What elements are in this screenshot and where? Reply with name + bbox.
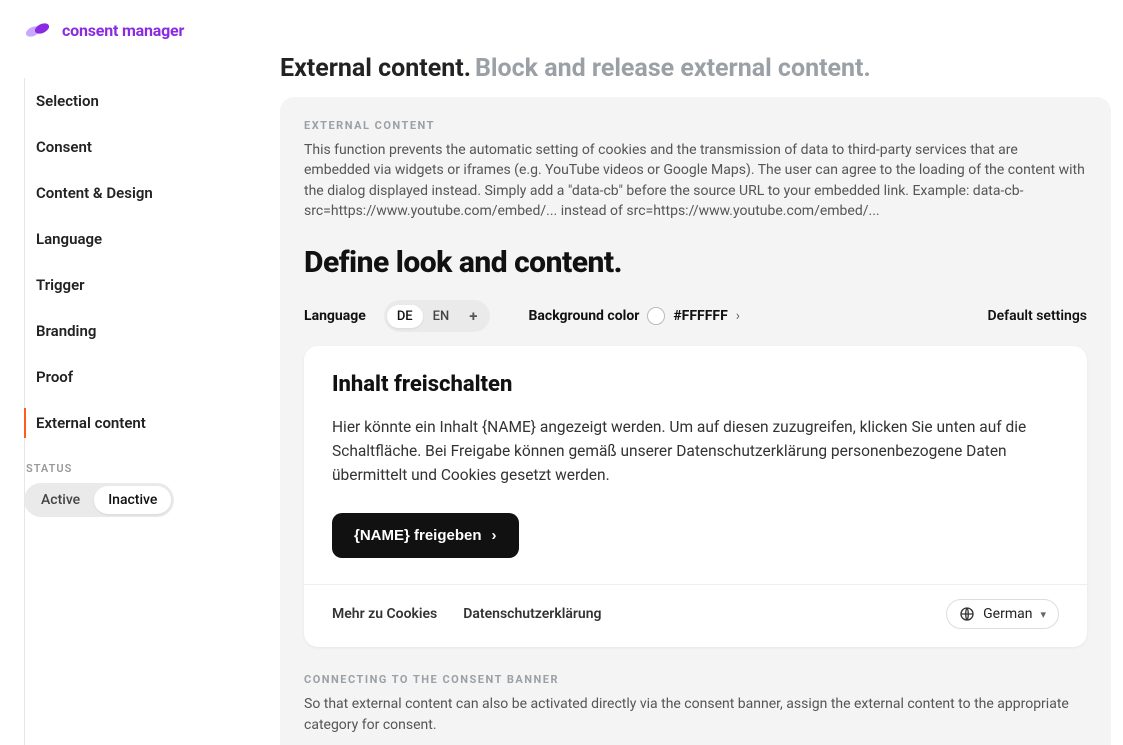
background-color-value: #FFFFFF bbox=[673, 308, 727, 324]
brand-logo-icon bbox=[24, 20, 54, 40]
language-option-de[interactable]: DE bbox=[387, 305, 423, 328]
connecting-banner-label: CONNECTING TO THE CONSENT BANNER bbox=[304, 673, 1087, 686]
look-controls-row: Language DE EN + Background color #FFFFF… bbox=[304, 300, 1087, 332]
page-title-row: External content. Block and release exte… bbox=[280, 46, 1111, 97]
connecting-banner-desc: So that external content can also be act… bbox=[304, 694, 1087, 735]
sidebar-nav: Selection Consent Content & Design Langu… bbox=[24, 78, 280, 446]
background-color-control[interactable]: Background color #FFFFFF › bbox=[528, 307, 740, 325]
sidebar-status-label: STATUS bbox=[26, 462, 280, 475]
page-title: External content. bbox=[280, 54, 471, 83]
preview-release-button-label: {NAME} freigeben bbox=[354, 527, 482, 544]
footer-link-privacy[interactable]: Datenschutzerklärung bbox=[463, 606, 601, 622]
preview-divider bbox=[304, 584, 1087, 585]
preview-language-dropdown[interactable]: German ▾ bbox=[946, 599, 1059, 629]
language-control-label: Language bbox=[304, 308, 366, 324]
section-external-content-label: EXTERNAL CONTENT bbox=[304, 119, 1087, 132]
globe-icon bbox=[959, 606, 975, 622]
chevron-right-icon: › bbox=[492, 527, 497, 544]
main-content: External content. Block and release exte… bbox=[280, 46, 1123, 745]
preview-title: Inhalt freischalten bbox=[332, 372, 1059, 397]
sidebar-item-trigger[interactable]: Trigger bbox=[24, 262, 280, 308]
sidebar-item-consent[interactable]: Consent bbox=[24, 124, 280, 170]
consent-preview-card: Inhalt freischalten Hier könnte ein Inha… bbox=[304, 346, 1087, 647]
background-color-label: Background color bbox=[528, 308, 639, 324]
language-selector: DE EN + bbox=[384, 300, 491, 332]
brand-header: consent manager bbox=[0, 0, 1123, 46]
section-connecting-banner: CONNECTING TO THE CONSENT BANNER So that… bbox=[304, 673, 1087, 745]
sidebar-item-proof[interactable]: Proof bbox=[24, 354, 280, 400]
preview-body-text: Hier könnte ein Inhalt {NAME} angezeigt … bbox=[332, 415, 1059, 487]
footer-link-cookies[interactable]: Mehr zu Cookies bbox=[332, 606, 437, 622]
chevron-right-icon: › bbox=[736, 308, 740, 324]
sidebar-item-selection[interactable]: Selection bbox=[24, 78, 280, 124]
sidebar-item-branding[interactable]: Branding bbox=[24, 308, 280, 354]
sidebar-item-external-content[interactable]: External content bbox=[24, 400, 280, 446]
page-subtitle: Block and release external content. bbox=[475, 54, 871, 83]
status-option-active[interactable]: Active bbox=[27, 486, 94, 514]
status-option-inactive[interactable]: Inactive bbox=[94, 486, 171, 514]
define-look-heading: Define look and content. bbox=[304, 245, 1087, 280]
sidebar: Selection Consent Content & Design Langu… bbox=[0, 46, 280, 745]
language-add-button[interactable]: + bbox=[459, 303, 487, 329]
sidebar-item-language[interactable]: Language bbox=[24, 216, 280, 262]
default-settings-link[interactable]: Default settings bbox=[987, 308, 1087, 324]
section-external-content-desc: This function prevents the automatic set… bbox=[304, 140, 1087, 221]
background-color-swatch bbox=[647, 307, 665, 325]
language-option-en[interactable]: EN bbox=[423, 305, 460, 328]
brand-name: consent manager bbox=[62, 21, 184, 40]
preview-language-selected: German bbox=[983, 606, 1032, 622]
sidebar-item-content-design[interactable]: Content & Design bbox=[24, 170, 280, 216]
preview-release-button[interactable]: {NAME} freigeben › bbox=[332, 513, 519, 558]
status-toggle: Active Inactive bbox=[24, 483, 174, 517]
chevron-down-icon: ▾ bbox=[1040, 608, 1046, 621]
settings-panel: EXTERNAL CONTENT This function prevents … bbox=[280, 97, 1111, 745]
preview-footer: Mehr zu Cookies Datenschutzerklärung Ger… bbox=[332, 599, 1059, 629]
